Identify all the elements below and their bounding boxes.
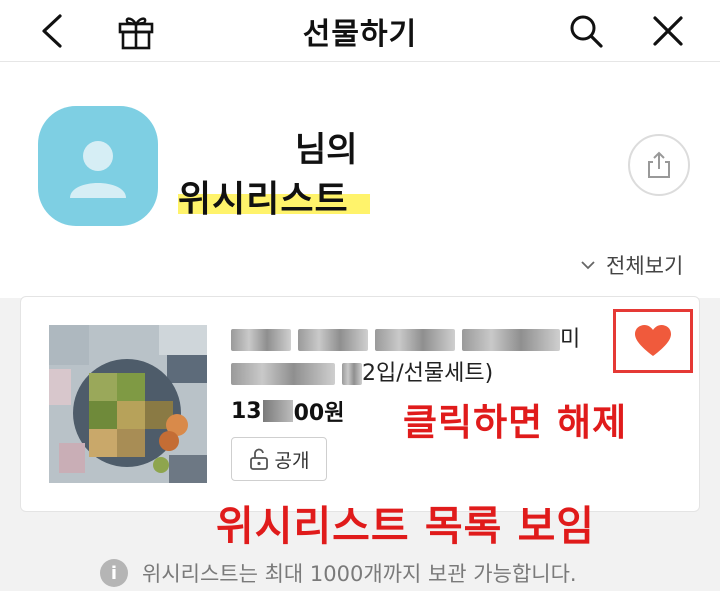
unlock-icon bbox=[249, 448, 268, 470]
annotation-wishlist-shown: 위시리스트 목록 보임 bbox=[216, 502, 596, 550]
top-bar: 선물하기 bbox=[0, 0, 720, 62]
view-all-label: 전체보기 bbox=[606, 254, 684, 278]
avatar bbox=[38, 106, 158, 226]
product-name-tail: 미 bbox=[560, 327, 581, 352]
chevron-down-icon bbox=[581, 261, 595, 270]
visibility-toggle-button[interactable]: 공개 bbox=[231, 437, 327, 481]
product-price: 13 00원 bbox=[231, 395, 344, 427]
redacted-text bbox=[375, 329, 455, 351]
share-icon bbox=[648, 151, 670, 178]
view-all-button[interactable]: 전체보기 bbox=[580, 250, 683, 280]
redacted-text bbox=[298, 329, 368, 351]
price-suffix: 00원 bbox=[293, 401, 345, 426]
search-icon[interactable] bbox=[558, 0, 614, 62]
share-button[interactable] bbox=[628, 134, 690, 196]
info-icon: i bbox=[100, 559, 128, 587]
redacted-text bbox=[231, 363, 335, 385]
redacted-text bbox=[262, 400, 293, 422]
visibility-label: 공개 bbox=[274, 449, 310, 472]
default-profile-icon bbox=[70, 141, 126, 198]
wishlist-limit-note: i 위시리스트는 최대 1000개까지 보관 가능합니다. bbox=[100, 558, 577, 588]
redacted-text bbox=[462, 329, 560, 351]
heart-icon bbox=[635, 325, 671, 356]
owner-name-suffix: 님의 bbox=[295, 130, 358, 170]
price-prefix: 13 bbox=[231, 398, 262, 424]
redacted-text bbox=[342, 363, 362, 385]
wishlist-owner-section: 님의 위시리스트 전체보기 bbox=[0, 62, 720, 298]
product-name[interactable]: 미 2입/선물세트) bbox=[231, 323, 591, 391]
close-icon[interactable] bbox=[640, 0, 696, 62]
wishlist-limit-text: 위시리스트는 최대 1000개까지 보관 가능합니다. bbox=[142, 562, 577, 586]
wishlist-heading: 위시리스트 bbox=[178, 179, 349, 220]
redacted-text bbox=[231, 329, 291, 351]
product-thumbnail[interactable] bbox=[49, 325, 207, 483]
annotation-unlike-hint: 클릭하면 해제 bbox=[403, 401, 628, 444]
wishlist-heart-button[interactable] bbox=[613, 309, 693, 373]
product-name-tail: 2입/선물세트) bbox=[362, 361, 494, 386]
